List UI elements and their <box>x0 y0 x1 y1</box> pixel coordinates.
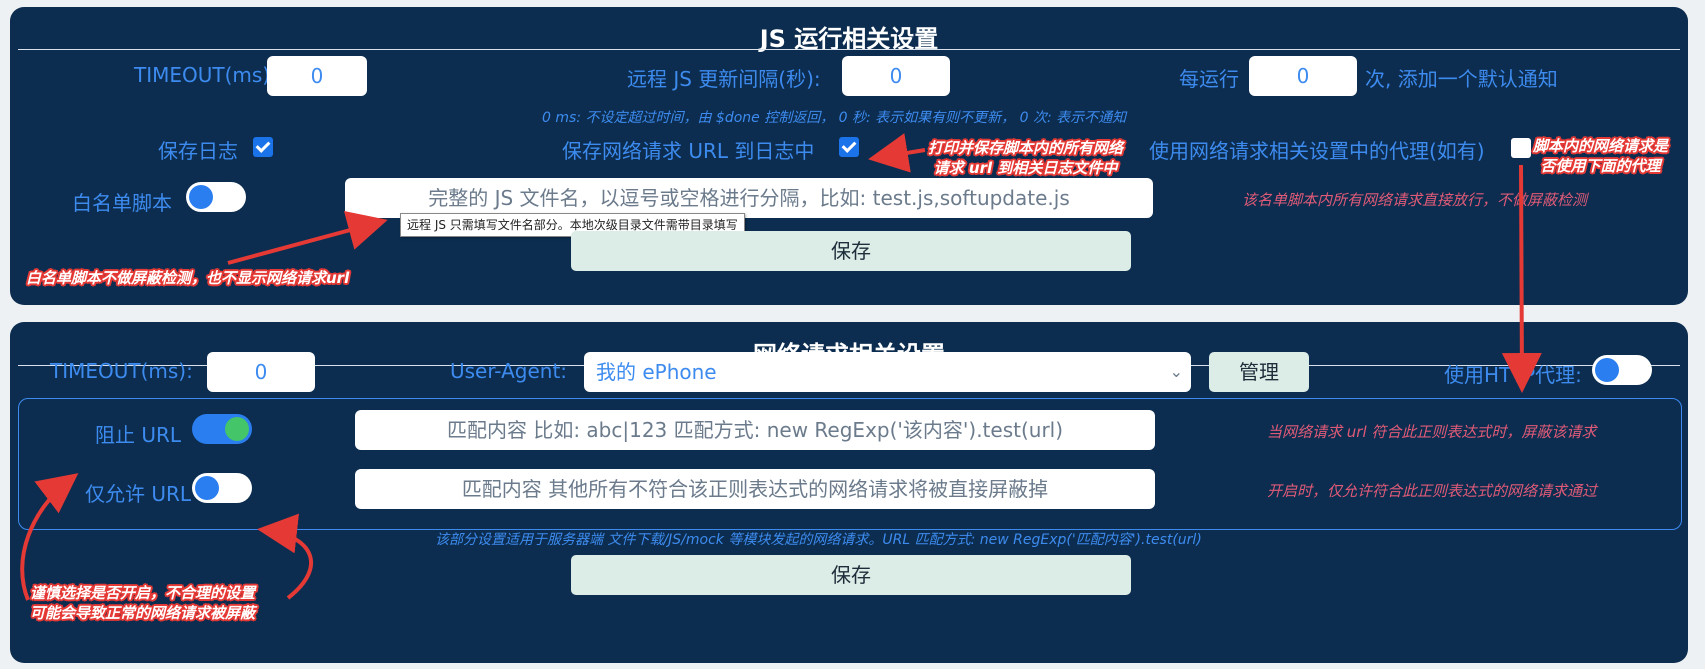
js-save-button[interactable]: 保存 <box>571 231 1131 271</box>
save-url-label: 保存网络请求 URL 到日志中 <box>562 139 815 163</box>
timeout-label: TIMEOUT(ms): <box>134 63 277 87</box>
annotation-whitelist: 白名单脚本不做屏蔽检测，也不显示网络请求url <box>26 269 350 287</box>
notify-suffix-label: 次, 添加一个默认通知 <box>1365 67 1558 91</box>
annotation-line: 脚本内的网络请求是 <box>1533 137 1669 155</box>
timeout-input[interactable]: 0 <box>267 56 367 96</box>
annotation-caution: 谨慎选择是否开启，不合理的设置 可能会导致正常的网络请求被屏蔽 <box>30 583 255 623</box>
user-agent-label: User-Agent: <box>450 359 568 383</box>
toggle-knob <box>225 417 249 441</box>
block-url-hint: 当网络请求 url 符合此正则表达式时，屏蔽该请求 <box>1267 423 1597 441</box>
network-settings-panel: 网络请求相关设置 TIMEOUT(ms): 0 User-Agent: 我的 e… <box>10 322 1688 663</box>
block-url-label: 阻止 URL <box>95 423 182 447</box>
save-log-label: 保存日志 <box>158 139 238 163</box>
notify-prefix-label: 每运行 <box>1179 67 1239 91</box>
annotation-print-url: 打印并保存脚本内的所有网络 请求 url 到相关日志文件中 <box>928 138 1123 178</box>
annotation-line: 打印并保存脚本内的所有网络 <box>928 139 1124 157</box>
use-proxy-label: 使用网络请求相关设置中的代理(如有) <box>1149 139 1485 163</box>
allow-url-label: 仅允许 URL <box>85 482 192 506</box>
whitelist-input[interactable]: 完整的 JS 文件名，以逗号或空格进行分隔，比如: test.js,softup… <box>345 178 1153 218</box>
block-url-input[interactable]: 匹配内容 比如: abc|123 匹配方式: new RegExp('该内容')… <box>355 410 1155 450</box>
update-interval-label: 远程 JS 更新间隔(秒): <box>627 67 821 91</box>
net-save-button[interactable]: 保存 <box>571 555 1131 595</box>
network-footer-hint: 该部分设置适用于服务器端 文件下载/JS/mock 等模块发起的网络请求。URL… <box>435 532 1202 548</box>
whitelist-label: 白名单脚本 <box>72 191 172 215</box>
js-timeout-hint: 0 ms: 不设定超过时间，由 $done 控制返回， 0 秒: 表示如果有则不… <box>542 110 1127 126</box>
update-interval-input[interactable]: 0 <box>842 56 950 96</box>
js-settings-panel: JS 运行相关设置 TIMEOUT(ms): 0 远程 JS 更新间隔(秒): … <box>10 7 1688 305</box>
toggle-knob <box>195 476 219 500</box>
annotation-line: 谨慎选择是否开启，不合理的设置 <box>30 584 256 602</box>
block-url-toggle[interactable] <box>192 414 252 444</box>
toggle-knob <box>1595 358 1619 382</box>
whitelist-hint: 该名单脚本内所有网络请求直接放行，不做屏蔽检测 <box>1242 191 1588 209</box>
http-proxy-label: 使用HTTP代理: <box>1444 363 1582 387</box>
manage-ua-button[interactable]: 管理 <box>1209 352 1309 392</box>
net-timeout-label: TIMEOUT(ms): <box>50 359 193 383</box>
annotation-line: 否使用下面的代理 <box>1540 157 1661 175</box>
annotation-proxy: 脚本内的网络请求是 否使用下面的代理 <box>1533 136 1668 176</box>
settings-page: JS 运行相关设置 TIMEOUT(ms): 0 远程 JS 更新间隔(秒): … <box>0 0 1705 669</box>
url-filter-group: 阻止 URL 匹配内容 比如: abc|123 匹配方式: new RegExp… <box>18 398 1682 530</box>
user-agent-select[interactable]: 我的 ePhone ⌄ <box>584 352 1191 392</box>
allow-url-hint: 开启时，仅允许符合此正则表达式的网络请求通过 <box>1267 482 1598 500</box>
http-proxy-toggle[interactable] <box>1592 355 1652 385</box>
annotation-line: 可能会导致正常的网络请求被屏蔽 <box>30 604 256 622</box>
save-url-checkbox[interactable] <box>839 137 859 157</box>
allow-url-input[interactable]: 匹配内容 其他所有不符合该正则表达式的网络请求将被直接屏蔽掉 <box>355 469 1155 509</box>
toggle-knob <box>189 185 213 209</box>
net-timeout-input[interactable]: 0 <box>207 352 315 392</box>
user-agent-selected: 我的 ePhone <box>596 360 717 384</box>
notify-count-input[interactable]: 0 <box>1249 56 1357 96</box>
save-log-checkbox[interactable] <box>253 137 273 157</box>
annotation-line: 请求 url 到相关日志文件中 <box>933 159 1118 177</box>
whitelist-toggle[interactable] <box>186 182 246 212</box>
chevron-down-icon: ⌄ <box>1169 362 1183 381</box>
title-divider <box>18 49 1680 50</box>
allow-url-toggle[interactable] <box>192 473 252 503</box>
use-proxy-checkbox[interactable] <box>1511 138 1531 158</box>
